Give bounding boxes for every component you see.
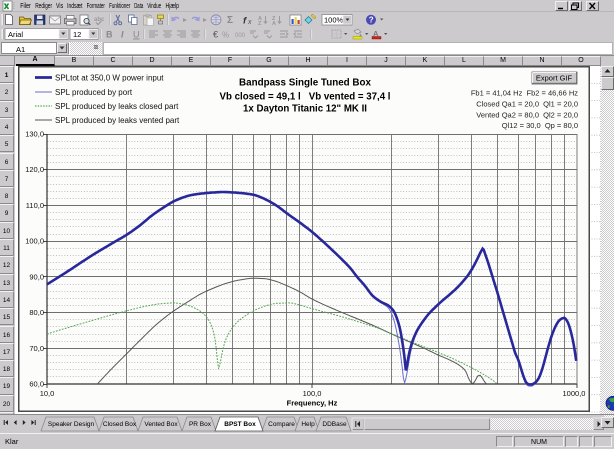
svg-text:Funktioner: Funktioner xyxy=(109,3,131,10)
svg-text:Vented Box: Vented Box xyxy=(144,421,178,428)
svg-text:130,0: 130,0 xyxy=(25,130,44,139)
svg-text:I: I xyxy=(121,30,124,40)
svg-text:Filer: Filer xyxy=(20,3,31,10)
svg-text:DDBase: DDBase xyxy=(322,421,347,428)
svg-text:SPL produced by leaks closed p: SPL produced by leaks closed part xyxy=(55,102,179,111)
svg-text:Hjælp: Hjælp xyxy=(166,3,180,10)
svg-text:100,0: 100,0 xyxy=(25,237,44,246)
svg-text:SPLtot at 350,0 W power input: SPLtot at 350,0 W power input xyxy=(55,74,164,83)
svg-text:Export GIF: Export GIF xyxy=(536,74,573,83)
svg-text:Ql12 = 30,0 Qp = 80,0: Ql12 = 30,0 Qp = 80,0 xyxy=(502,121,578,130)
svg-text:1x Dayton Titanic 12" MK II: 1x Dayton Titanic 12" MK II xyxy=(243,103,367,115)
svg-text:Σ: Σ xyxy=(227,15,233,26)
svg-text:Frequency, Hz: Frequency, Hz xyxy=(287,399,338,408)
svg-text:Vindue: Vindue xyxy=(147,3,161,10)
svg-text:Arial: Arial xyxy=(8,30,23,39)
svg-text:Data: Data xyxy=(134,3,143,10)
svg-text:90,0: 90,0 xyxy=(29,272,44,281)
svg-text:Formater: Formater xyxy=(87,3,106,10)
svg-text:110,0: 110,0 xyxy=(26,201,44,210)
svg-text:10,0: 10,0 xyxy=(40,389,55,398)
svg-text:BPST Box: BPST Box xyxy=(224,421,256,428)
svg-text:12: 12 xyxy=(73,30,81,39)
svg-text:Closed Qa1 = 20,0 Ql1 = 20,0: Closed Qa1 = 20,0 Ql1 = 20,0 xyxy=(476,100,578,109)
svg-text:?: ? xyxy=(369,16,374,25)
svg-text:100,0: 100,0 xyxy=(303,389,322,398)
svg-text:Help: Help xyxy=(301,421,315,428)
svg-text:f: f xyxy=(243,16,247,27)
svg-text:Compare: Compare xyxy=(268,421,295,428)
svg-text:70,0: 70,0 xyxy=(29,344,44,353)
svg-text:Vented Qa2 = 80,0 Ql2 = 20,0: Vented Qa2 = 80,0 Ql2 = 20,0 xyxy=(476,111,578,120)
svg-text:Rediger: Rediger xyxy=(35,3,52,10)
svg-text:60,0: 60,0 xyxy=(29,380,44,389)
svg-text:Vb closed = 49,1 l Vb vented: Vb closed = 49,1 l Vb vented = 37,4 l xyxy=(220,91,391,103)
svg-text:U: U xyxy=(133,30,140,40)
svg-text:€: € xyxy=(213,30,218,40)
svg-text:SPL produced by port: SPL produced by port xyxy=(55,88,133,97)
svg-text:Vis: Vis xyxy=(56,3,64,10)
svg-text:120,0: 120,0 xyxy=(25,165,44,174)
svg-text:80,0: 80,0 xyxy=(29,308,44,317)
svg-text:%: % xyxy=(222,31,229,40)
svg-text:Indsæt: Indsæt xyxy=(67,3,82,10)
svg-text:abc: abc xyxy=(94,17,105,23)
svg-text:x: x xyxy=(247,19,252,26)
svg-text:1000,0: 1000,0 xyxy=(563,389,586,398)
svg-text:Closed Box: Closed Box xyxy=(103,421,137,428)
svg-text:Speaker Design: Speaker Design xyxy=(48,421,95,428)
svg-text:Fb1 = 41,04 Hz Fb2 = 46,66 Hz: Fb1 = 41,04 Hz Fb2 = 46,66 Hz xyxy=(471,89,578,98)
svg-text:PR Box: PR Box xyxy=(189,421,212,428)
svg-text:SPL produced by leaks vented p: SPL produced by leaks vented part xyxy=(55,116,180,125)
svg-text:100%: 100% xyxy=(324,16,344,25)
svg-text:B: B xyxy=(106,30,113,40)
svg-text:Bandpass Single Tuned Box: Bandpass Single Tuned Box xyxy=(239,77,371,89)
svg-text:000: 000 xyxy=(235,33,246,39)
